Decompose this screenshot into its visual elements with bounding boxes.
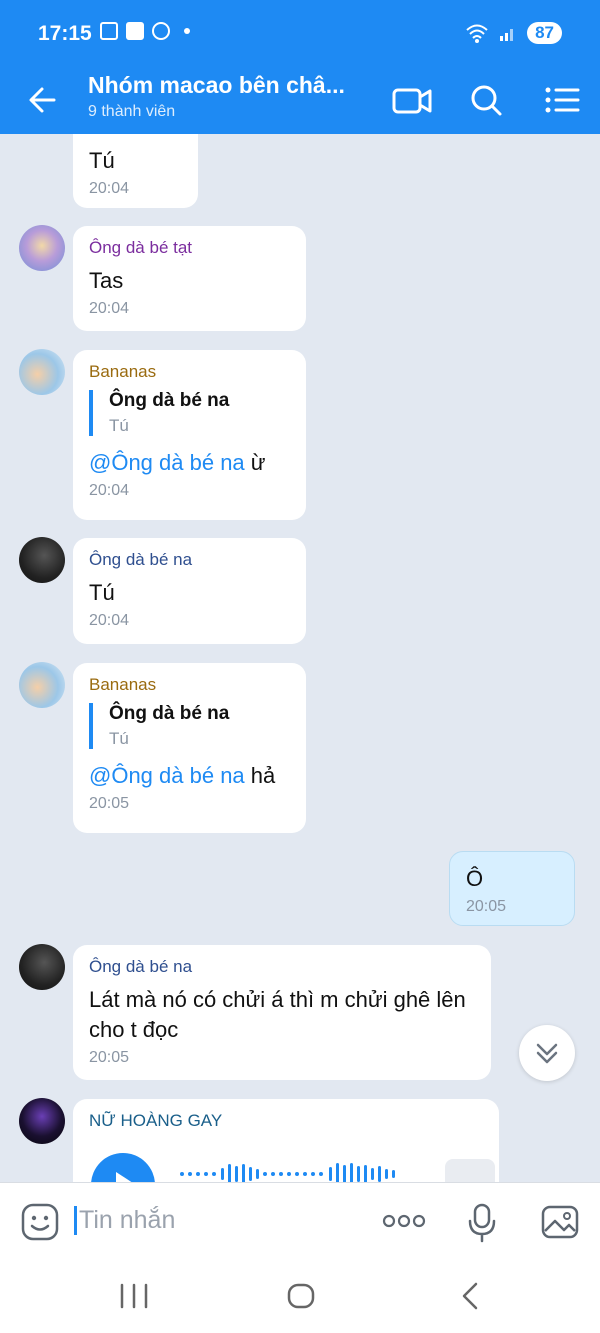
message-time: 20:04 (89, 300, 130, 317)
chevron-down-icon (536, 1043, 558, 1064)
quote-text: Tú (109, 416, 129, 435)
message-time: 20:04 (89, 612, 130, 629)
message-text: Ô (466, 866, 484, 891)
message-text-tail: ừ (244, 450, 266, 475)
message-text: Lát mà nó có chửi á thì m chửi ghê lên c… (89, 987, 466, 1042)
quote-sender: Ông dà bé na (109, 390, 230, 411)
status-indicators: 87 (465, 22, 562, 44)
sender-name: Ông dà bé na (89, 957, 193, 976)
video-call-icon[interactable] (390, 78, 434, 122)
message-text: Tú (89, 580, 115, 605)
play-icon[interactable] (91, 1153, 155, 1182)
home-icon[interactable] (286, 1282, 316, 1310)
message-text-tail: hả (244, 763, 276, 788)
own-message-bubble[interactable]: Ô 20:05 (449, 851, 575, 926)
facebook-icon (126, 22, 144, 40)
avatar[interactable] (19, 537, 65, 583)
group-name: Nhóm macao bên châ... (88, 72, 345, 98)
quote-sender: Ông dà bé na (109, 703, 230, 724)
notification-icons (100, 22, 190, 40)
recent-apps-icon[interactable] (118, 1283, 150, 1309)
sender-name: Bananas (89, 362, 157, 381)
system-back-icon[interactable] (458, 1281, 482, 1311)
sender-name: Ông dà bé tạt (89, 238, 193, 257)
message-bubble[interactable]: Ông dà bé na Lát mà nó có chửi á thì m c… (73, 945, 491, 1080)
back-arrow-icon[interactable] (22, 80, 66, 120)
scroll-to-bottom-button[interactable] (519, 1025, 575, 1081)
voice-player (89, 1139, 495, 1182)
system-navigation-bar (0, 1258, 600, 1333)
status-bar: 17:15 87 (0, 0, 600, 66)
message-time: 20:05 (89, 795, 130, 812)
mention-link[interactable]: @Ông dà bé na (89, 763, 245, 788)
message-time: 20:05 (466, 898, 507, 915)
message-time: 20:05 (89, 1049, 130, 1066)
avatar[interactable] (19, 349, 65, 395)
message-bubble[interactable]: Bananas Ông dà bé na Tú @Ông dà bé na ừ … (73, 350, 306, 520)
message-text: Tú (89, 148, 115, 173)
message-input-bar: Tin nhắn (0, 1182, 600, 1258)
more-icon[interactable] (382, 1213, 426, 1229)
sender-name: NỮ HOÀNG GAY (89, 1111, 223, 1130)
wifi-icon (466, 24, 488, 43)
member-count: 9 thành viên (88, 103, 176, 120)
sender-name: Ông dà bé na (89, 550, 193, 569)
avatar[interactable] (19, 225, 65, 271)
voice-message-bubble[interactable]: NỮ HOÀNG GAY (73, 1099, 499, 1182)
mic-icon[interactable] (466, 1203, 498, 1243)
quoted-message[interactable]: Ông dà bé na Tú (89, 703, 290, 749)
message-time: 20:04 (89, 482, 130, 499)
emoji-icon[interactable] (20, 1202, 60, 1242)
message-bubble[interactable]: Tú 20:04 (73, 134, 198, 208)
waveform (180, 1163, 395, 1182)
avatar[interactable] (19, 1098, 65, 1144)
image-icon[interactable] (540, 1202, 580, 1242)
screenshot-icon (100, 22, 118, 40)
message-bubble[interactable]: Ông dà bé na Tú 20:04 (73, 538, 306, 644)
tiktok-icon (152, 22, 170, 40)
more-notifications-icon (184, 28, 190, 34)
message-input[interactable]: Tin nhắn (74, 1206, 175, 1235)
message-bubble[interactable]: Bananas Ông dà bé na Tú @Ông dà bé na hả… (73, 663, 306, 833)
message-text: Tas (89, 268, 124, 293)
sender-name: Bananas (89, 675, 157, 694)
message-list[interactable]: Tú 20:04 Ông dà bé tạt Tas 20:04 Bananas… (0, 134, 600, 1182)
mention-link[interactable]: @Ông dà bé na (89, 450, 245, 475)
status-time: 17:15 (38, 22, 92, 45)
signal-icon (500, 29, 514, 41)
chat-title-area[interactable]: Nhóm macao bên châ... 9 thành viên (88, 72, 368, 121)
quoted-message[interactable]: Ông dà bé na Tú (89, 390, 290, 436)
quote-text: Tú (109, 729, 129, 748)
menu-icon[interactable] (540, 78, 584, 122)
message-text: @Ông dà bé na ừ (89, 448, 290, 478)
message-time: 20:04 (89, 180, 130, 197)
avatar[interactable] (19, 944, 65, 990)
search-icon[interactable] (464, 78, 508, 122)
battery-indicator: 87 (527, 22, 562, 44)
avatar[interactable] (19, 662, 65, 708)
chat-header: Nhóm macao bên châ... 9 thành viên (0, 66, 600, 134)
speech-to-text-button[interactable] (445, 1159, 495, 1182)
message-text: @Ông dà bé na hả (89, 761, 290, 791)
message-bubble[interactable]: Ông dà bé tạt Tas 20:04 (73, 226, 306, 331)
